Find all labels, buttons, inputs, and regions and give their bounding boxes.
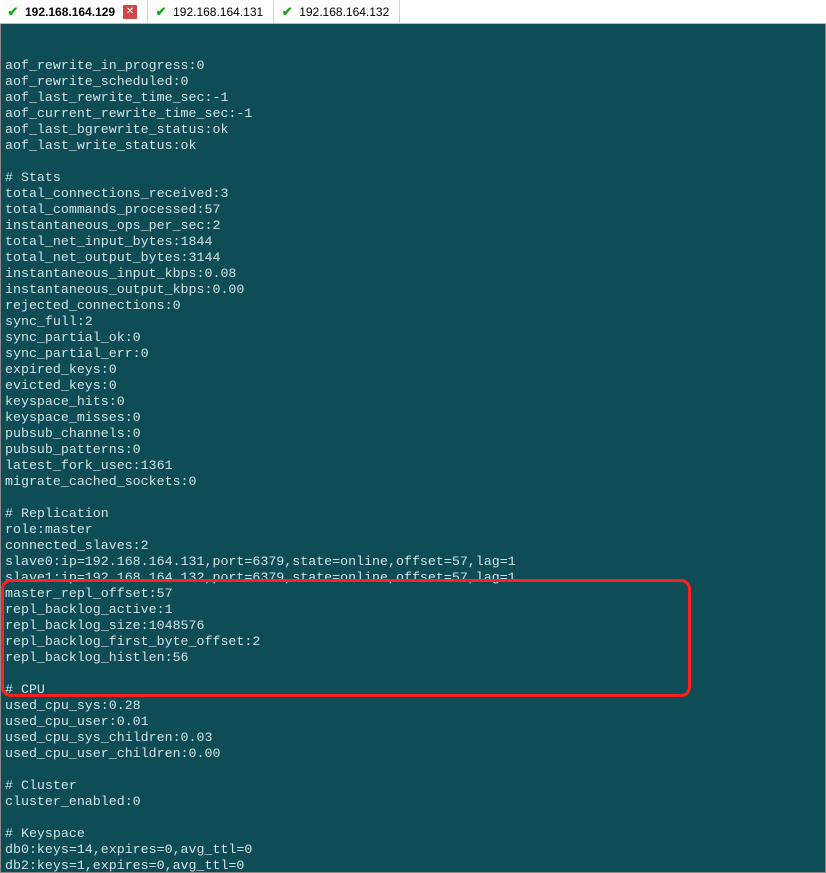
tab-host-132[interactable]: ✔ 192.168.164.132: [274, 0, 400, 23]
tab-label: 192.168.164.129: [25, 5, 115, 19]
checkmark-icon: ✔: [154, 5, 168, 19]
tab-bar: ✔ 192.168.164.129 ✕ ✔ 192.168.164.131 ✔ …: [0, 0, 826, 24]
terminal-pane[interactable]: aof_rewrite_in_progress:0 aof_rewrite_sc…: [0, 24, 826, 873]
tab-label: 192.168.164.132: [299, 5, 389, 19]
tab-host-131[interactable]: ✔ 192.168.164.131: [148, 0, 274, 23]
tab-label: 192.168.164.131: [173, 5, 263, 19]
close-icon[interactable]: ✕: [123, 5, 137, 19]
tab-host-129[interactable]: ✔ 192.168.164.129 ✕: [0, 0, 148, 23]
terminal-output: aof_rewrite_in_progress:0 aof_rewrite_sc…: [5, 58, 821, 873]
checkmark-icon: ✔: [6, 5, 20, 19]
checkmark-icon: ✔: [280, 5, 294, 19]
